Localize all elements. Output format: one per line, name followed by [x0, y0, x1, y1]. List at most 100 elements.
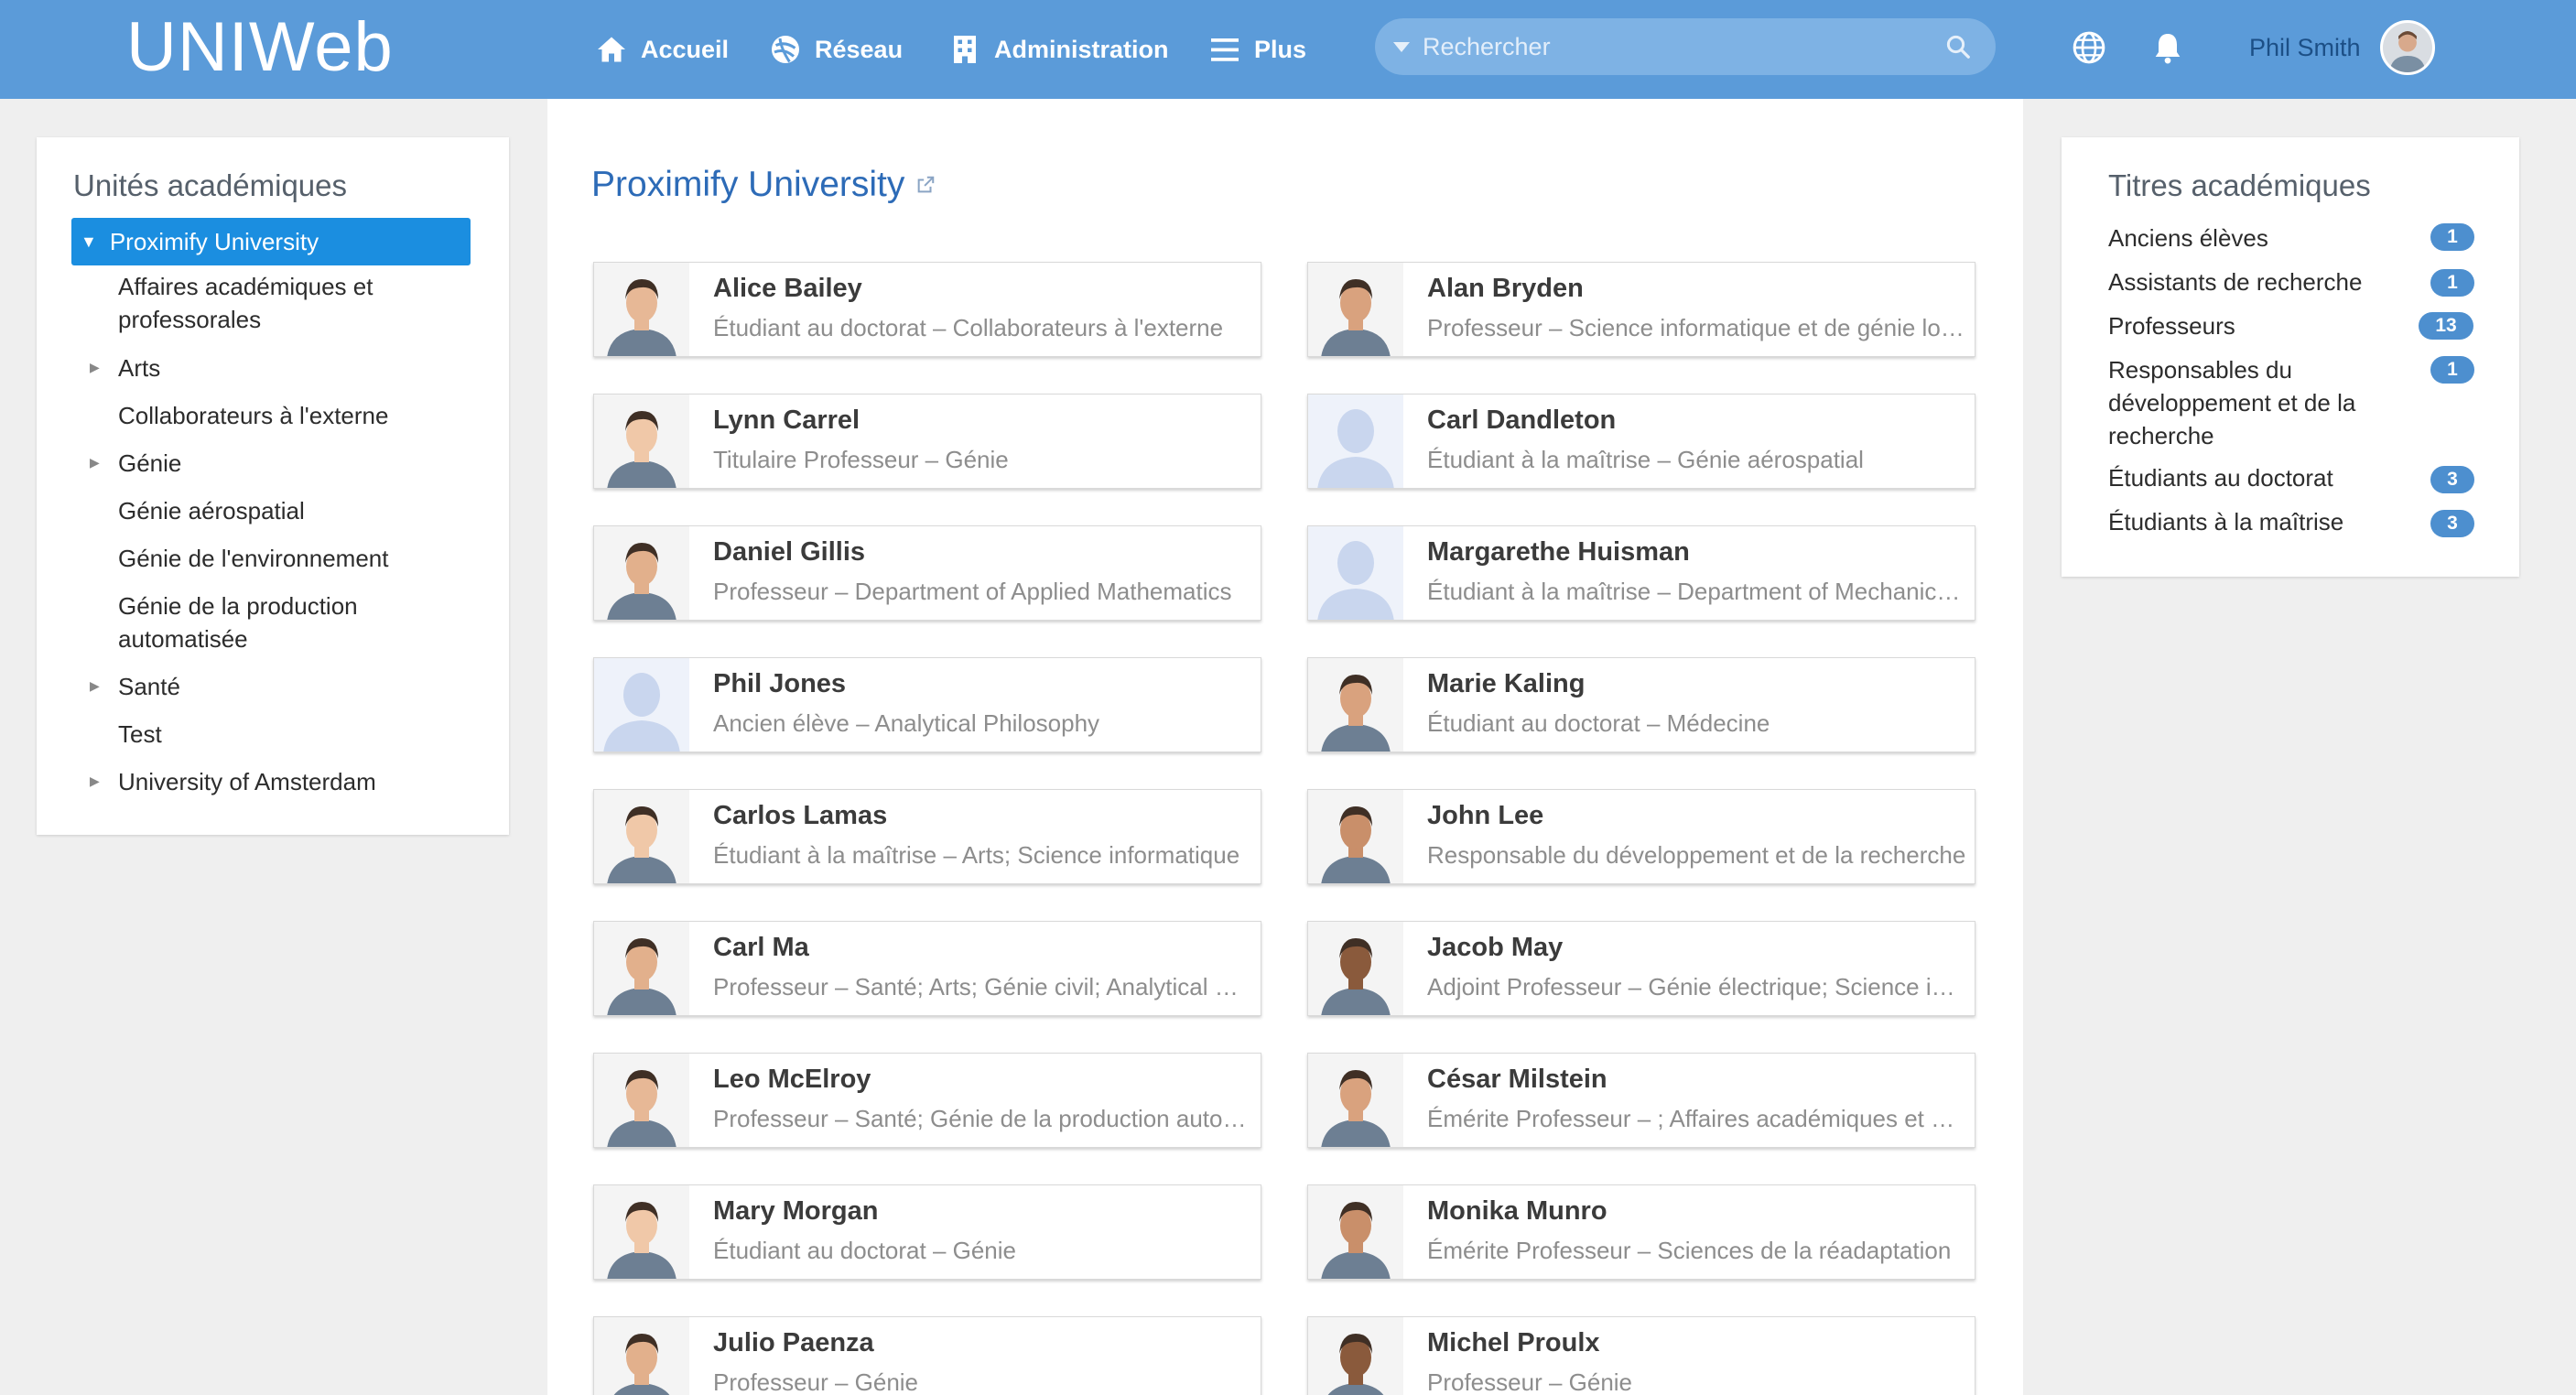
person-photo[interactable] [594, 263, 689, 356]
person-name[interactable]: Alice Bailey [713, 274, 862, 304]
unit-title-text: Proximify University [591, 165, 905, 204]
person-card[interactable]: Lynn Carrel Titulaire Professeur – Génie [593, 394, 1261, 489]
person-name[interactable]: Julio Paenza [713, 1328, 874, 1358]
person-name[interactable]: Lynn Carrel [713, 406, 860, 436]
tree-item[interactable]: Génie aérospatial [118, 494, 305, 527]
person-name[interactable]: Jacob May [1427, 933, 1563, 963]
person-card[interactable]: Julio Paenza Professeur – Génie [593, 1316, 1261, 1395]
search-scope-dropdown-icon[interactable] [1393, 41, 1410, 52]
person-name[interactable]: Phil Jones [713, 669, 846, 699]
person-photo[interactable] [594, 1054, 689, 1147]
person-photo[interactable] [594, 1317, 689, 1395]
default-avatar-icon[interactable] [594, 658, 689, 752]
person-name[interactable]: Michel Proulx [1427, 1328, 1600, 1358]
person-name[interactable]: John Lee [1427, 801, 1543, 831]
person-card[interactable]: Carl Ma Professeur – Santé; Arts; Génie c… [593, 921, 1261, 1016]
person-name[interactable]: Carl Dandleton [1427, 406, 1616, 436]
collapsed-arrow-icon[interactable]: ▶ [90, 455, 100, 470]
person-card[interactable]: Mary Morgan Étudiant au doctorat – Génie [593, 1184, 1261, 1280]
person-name[interactable]: César Milstein [1427, 1065, 1607, 1095]
person-card[interactable]: Alan Bryden Professeur – Science informat… [1307, 262, 1975, 357]
person-photo[interactable] [1308, 1185, 1403, 1279]
person-card[interactable]: Daniel Gillis Professeur – Department of … [593, 525, 1261, 621]
external-link-icon[interactable] [915, 175, 936, 195]
tree-item[interactable]: Santé [118, 670, 180, 703]
person-photo[interactable] [594, 1185, 689, 1279]
title-filter-item[interactable]: Professeurs [2108, 309, 2235, 342]
title-filter-item[interactable]: Assistants de recherche [2108, 265, 2362, 298]
nav-network-label: Réseau [815, 35, 904, 63]
person-card[interactable]: Monika Munro Émérite Professeur – Science… [1307, 1184, 1975, 1280]
title-filter-item[interactable]: Étudiants au doctorat [2108, 461, 2333, 494]
nav-network[interactable]: Réseau [769, 27, 903, 71]
tree-item[interactable]: Génie [118, 447, 181, 480]
count-badge: 3 [2430, 466, 2474, 493]
tree-item[interactable]: Génie de la production automatisée [118, 589, 448, 655]
title-filter-item[interactable]: Étudiants à la maîtrise [2108, 505, 2343, 538]
default-avatar-icon[interactable] [1308, 526, 1403, 620]
nav-home[interactable]: Accueil [595, 27, 729, 71]
person-title: Adjoint Professeur – Génie électrique; S… [1427, 973, 1967, 1000]
user-name[interactable]: Phil Smith [2249, 31, 2361, 64]
unit-title[interactable]: Proximify University [591, 165, 936, 205]
person-photo[interactable] [594, 790, 689, 883]
person-card[interactable]: Alice Bailey Étudiant au doctorat – Colla… [593, 262, 1261, 357]
tree-item[interactable]: Test [118, 718, 162, 751]
tree-item[interactable]: Génie de l'environnement [118, 542, 388, 575]
search-input[interactable] [1423, 32, 1944, 61]
tree-item[interactable]: Affaires académiques et professorales [118, 270, 448, 336]
nav-more[interactable]: Plus [1208, 27, 1306, 71]
person-name[interactable]: Marie Kaling [1427, 669, 1585, 699]
person-name[interactable]: Alan Bryden [1427, 274, 1584, 304]
person-photo[interactable] [594, 526, 689, 620]
person-name[interactable]: Carl Ma [713, 933, 809, 963]
nav-administration[interactable]: Administration [948, 27, 1169, 71]
person-card[interactable]: Leo McElroy Professeur – Santé; Génie de … [593, 1053, 1261, 1148]
title-filter-item[interactable]: Responsables du développement et de la r… [2108, 353, 2410, 452]
person-title: Émérite Professeur – Sciences de la réad… [1427, 1237, 1952, 1264]
default-avatar-icon[interactable] [1308, 395, 1403, 488]
person-name[interactable]: Mary Morgan [713, 1196, 878, 1227]
title-filter-item[interactable]: Anciens élèves [2108, 222, 2268, 254]
user-avatar[interactable] [2380, 20, 2435, 75]
person-card[interactable]: Margarethe Huisman Étudiant à la maîtrise… [1307, 525, 1975, 621]
search-bar[interactable] [1375, 18, 1996, 75]
person-name[interactable]: Margarethe Huisman [1427, 537, 1690, 568]
collapsed-arrow-icon[interactable]: ▶ [90, 360, 100, 375]
person-title: Professeur – Department of Applied Mathe… [713, 578, 1232, 605]
tree-item-proximify-university[interactable]: ▼ Proximify University [71, 218, 471, 265]
person-card[interactable]: Jacob May Adjoint Professeur – Génie élec… [1307, 921, 1975, 1016]
expanded-arrow-icon[interactable]: ▼ [81, 232, 97, 252]
person-card[interactable]: Carlos Lamas Étudiant à la maîtrise – Art… [593, 789, 1261, 884]
tree-item[interactable]: Arts [118, 351, 160, 384]
person-name[interactable]: Monika Munro [1427, 1196, 1607, 1227]
count-badge: 13 [2419, 312, 2473, 340]
person-name[interactable]: Carlos Lamas [713, 801, 887, 831]
person-photo[interactable] [1308, 658, 1403, 752]
academic-units-panel: Unités académiques ▼ Proximify Universit… [37, 137, 509, 835]
person-photo[interactable] [594, 395, 689, 488]
person-photo[interactable] [1308, 790, 1403, 883]
person-card[interactable]: John Lee Responsable du développement et … [1307, 789, 1975, 884]
collapsed-arrow-icon[interactable]: ▶ [90, 773, 100, 789]
bell-icon[interactable] [2149, 29, 2186, 66]
tree-item[interactable]: University of Amsterdam [118, 765, 376, 798]
person-name[interactable]: Daniel Gillis [713, 537, 865, 568]
person-photo[interactable] [594, 922, 689, 1015]
person-card[interactable]: Carl Dandleton Étudiant à la maîtrise – G… [1307, 394, 1975, 489]
person-card[interactable]: Michel Proulx Professeur – Génie [1307, 1316, 1975, 1395]
person-title: Étudiant au doctorat – Médecine [1427, 709, 1770, 737]
tree-item[interactable]: Collaborateurs à l'externe [118, 399, 388, 432]
search-icon[interactable] [1944, 33, 1972, 60]
person-card[interactable]: César Milstein Émérite Professeur – ; Aff… [1307, 1053, 1975, 1148]
person-name[interactable]: Leo McElroy [713, 1065, 871, 1095]
person-photo[interactable] [1308, 1317, 1403, 1395]
app-logo[interactable]: UNIWeb [126, 9, 394, 86]
person-card[interactable]: Marie Kaling Étudiant au doctorat – Médec… [1307, 657, 1975, 752]
person-photo[interactable] [1308, 263, 1403, 356]
globe-icon[interactable] [2071, 29, 2107, 66]
person-photo[interactable] [1308, 1054, 1403, 1147]
collapsed-arrow-icon[interactable]: ▶ [90, 678, 100, 694]
person-card[interactable]: Phil Jones Ancien élève – Analytical Phil… [593, 657, 1261, 752]
person-photo[interactable] [1308, 922, 1403, 1015]
